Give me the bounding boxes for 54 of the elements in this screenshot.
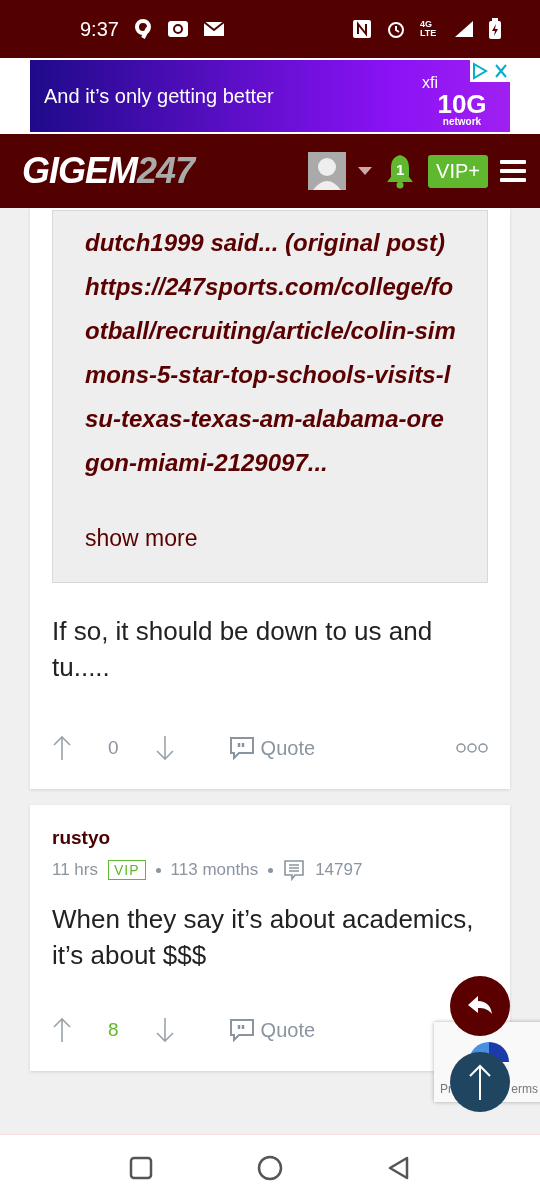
ad-headline: And it’s only getting better bbox=[44, 84, 275, 108]
network-label: 4G LTE bbox=[420, 20, 438, 38]
menu-icon[interactable] bbox=[500, 160, 526, 182]
notification-count: 1 bbox=[394, 161, 406, 178]
ad-logo-text: 10G bbox=[437, 91, 487, 117]
ad-caption: network bbox=[442, 117, 482, 127]
tier-badge: VIP bbox=[108, 860, 146, 880]
upvote-icon[interactable] bbox=[52, 1017, 72, 1043]
alarm-icon bbox=[386, 19, 406, 39]
clock: 9:37 bbox=[80, 17, 119, 41]
vip-button[interactable]: VIP+ bbox=[428, 154, 488, 188]
post-body: If so, it should be down to us and tu..... bbox=[52, 615, 434, 684]
vote-count: 0 bbox=[108, 737, 119, 759]
posts-icon bbox=[283, 859, 306, 881]
avatar-icon[interactable] bbox=[308, 152, 347, 190]
downvote-icon[interactable] bbox=[154, 1017, 175, 1043]
recaptcha-text[interactable]: Pr bbox=[440, 1082, 452, 1096]
post-count: 14797 bbox=[315, 860, 363, 880]
recaptcha-text[interactable]: erms bbox=[511, 1082, 538, 1096]
quote-attribution: dutch1999 said... (original post) bbox=[85, 228, 447, 258]
downvote-icon[interactable] bbox=[154, 735, 175, 761]
site-logo[interactable]: GIGEM247 bbox=[22, 150, 195, 192]
nfc-icon bbox=[352, 19, 372, 39]
show-more-link[interactable]: show more bbox=[85, 525, 457, 572]
logo-number: 247 bbox=[137, 150, 195, 192]
quote-button[interactable]: Quote bbox=[228, 736, 316, 760]
quote-icon bbox=[228, 1018, 255, 1042]
vote-count: 8 bbox=[108, 1019, 119, 1041]
mail-icon bbox=[202, 21, 225, 37]
logo-text: GIGEM bbox=[22, 150, 137, 192]
back-icon[interactable] bbox=[387, 1155, 411, 1180]
member-tenure: 113 months bbox=[170, 860, 259, 880]
separator-dot-icon bbox=[155, 867, 161, 873]
article-link[interactable]: https://247sports.com/college/football/recruiting/article/colin-simmons-5-star-top-schools-visits-lsu-texas-texas-am-alabama-oregon-miami-2129097... bbox=[85, 265, 457, 485]
ad-choices-icon[interactable] bbox=[470, 60, 510, 82]
caret-icon[interactable] bbox=[358, 167, 373, 175]
more-options-icon[interactable] bbox=[456, 743, 488, 753]
app-icon bbox=[132, 19, 153, 39]
camera-icon bbox=[166, 20, 189, 38]
recents-icon[interactable] bbox=[129, 1155, 153, 1180]
battery-icon bbox=[488, 18, 502, 40]
home-icon[interactable] bbox=[257, 1154, 283, 1181]
separator-dot-icon bbox=[268, 867, 274, 873]
post-time: 11 hrs bbox=[52, 860, 98, 880]
reply-button[interactable] bbox=[450, 976, 510, 1036]
author-name[interactable]: rustyo bbox=[52, 827, 488, 849]
scroll-top-button[interactable] bbox=[450, 1052, 510, 1112]
quote-button[interactable]: Quote bbox=[228, 1018, 316, 1042]
upvote-icon[interactable] bbox=[52, 735, 72, 761]
post-body: When they say it’s about academics, it’s about $$$ bbox=[52, 903, 475, 972]
quote-icon bbox=[228, 736, 255, 760]
signal-icon bbox=[454, 20, 474, 38]
ad-banner[interactable]: And it’s only getting better xfi 10G network bbox=[30, 60, 510, 132]
ad-brand: xfi bbox=[422, 75, 438, 91]
